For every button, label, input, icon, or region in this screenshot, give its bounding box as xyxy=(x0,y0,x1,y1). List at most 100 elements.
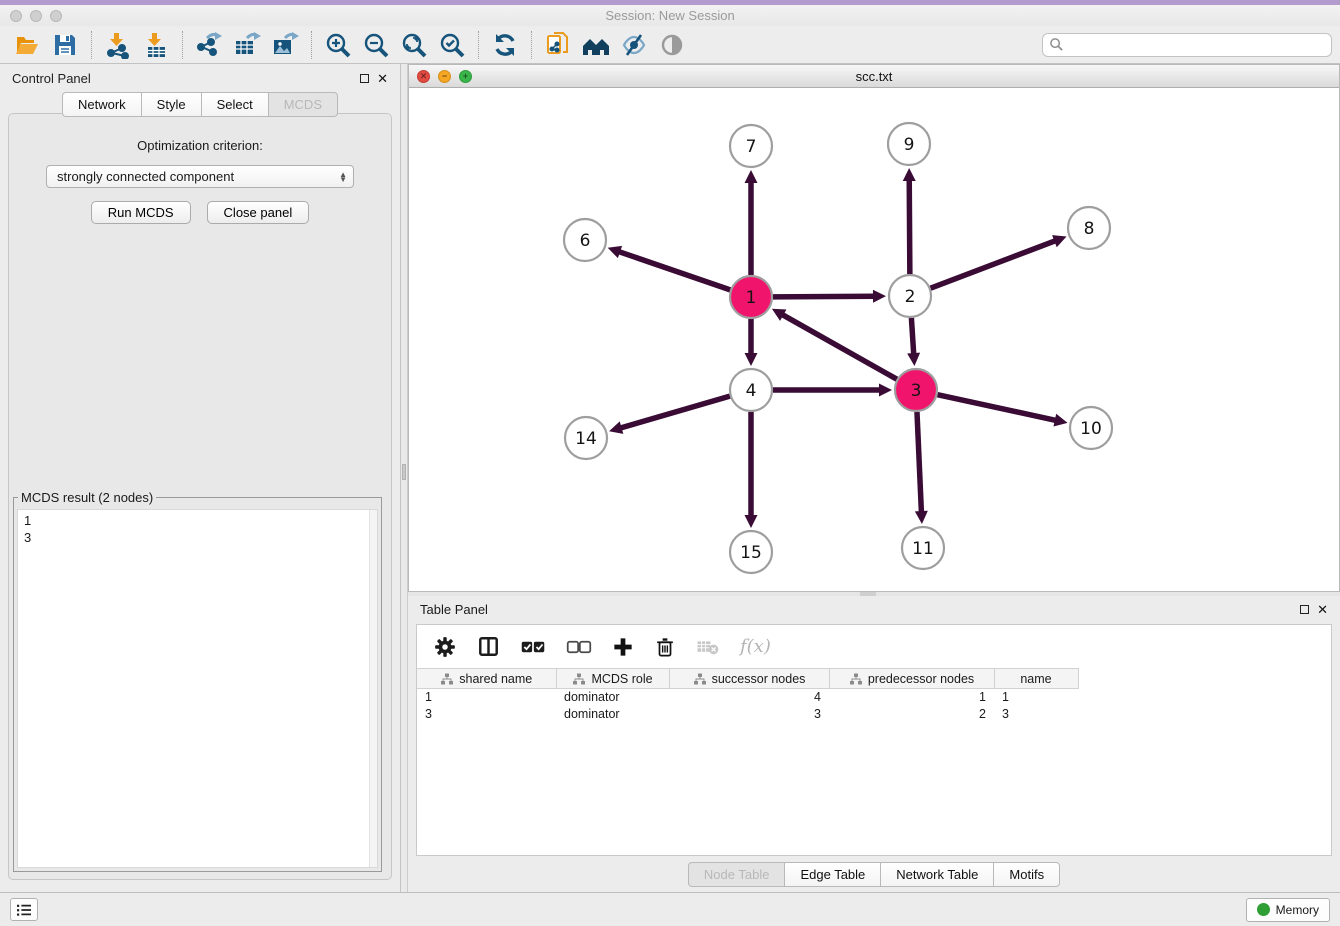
zoom-in-icon[interactable] xyxy=(319,29,357,61)
select-all-icon[interactable] xyxy=(520,638,546,656)
tab-mcds[interactable]: MCDS xyxy=(268,92,338,117)
function-builder-icon: f(x) xyxy=(740,636,771,657)
float-table-panel-icon[interactable] xyxy=(1300,605,1309,614)
table-toolbar: f(x) xyxy=(417,625,1331,668)
cell-shared-name[interactable]: 1 xyxy=(417,689,556,706)
cell-shared-name[interactable]: 3 xyxy=(417,706,556,723)
settings-gear-icon[interactable] xyxy=(433,635,457,659)
search-field[interactable] xyxy=(1042,33,1332,57)
float-panel-icon[interactable] xyxy=(360,74,369,83)
deselect-all-icon[interactable] xyxy=(566,638,592,656)
node-9[interactable]: 9 xyxy=(888,123,930,165)
table-tabs: Node Table Edge Table Network Table Moti… xyxy=(408,862,1340,887)
column-header-shared-name[interactable]: shared name xyxy=(417,669,556,689)
node-label: 4 xyxy=(746,381,757,401)
app-titlebar: Session: New Session xyxy=(0,0,1340,26)
node-8[interactable]: 8 xyxy=(1068,207,1110,249)
tab-network-table[interactable]: Network Table xyxy=(880,862,993,887)
table-row[interactable]: 1 dominator 4 1 1 xyxy=(417,689,1331,706)
vertical-splitter[interactable] xyxy=(400,64,408,892)
hide-selection-icon[interactable] xyxy=(615,29,653,61)
add-column-icon[interactable] xyxy=(612,636,634,658)
node-11[interactable]: 11 xyxy=(902,527,944,569)
node-6[interactable]: 6 xyxy=(564,219,606,261)
cell-successor-nodes[interactable]: 4 xyxy=(669,689,829,706)
cell-predecessor-nodes[interactable]: 2 xyxy=(829,706,994,723)
run-mcds-button[interactable]: Run MCDS xyxy=(91,201,191,224)
export-table-icon[interactable] xyxy=(228,29,266,61)
node-label: 1 xyxy=(746,288,757,308)
node-label: 10 xyxy=(1080,419,1102,439)
tab-node-table[interactable]: Node Table xyxy=(688,862,785,887)
arrowhead-4-3 xyxy=(879,384,892,397)
edge-4-14[interactable] xyxy=(619,396,730,428)
edge-1-2[interactable] xyxy=(773,296,876,297)
edge-1-6[interactable] xyxy=(617,251,730,290)
table-row[interactable]: 3 dominator 3 2 3 xyxy=(417,706,1331,723)
import-table-icon[interactable] xyxy=(137,29,175,61)
refresh-icon[interactable] xyxy=(486,29,524,61)
edge-2-3[interactable] xyxy=(911,318,913,356)
edge-3-1[interactable] xyxy=(781,314,897,380)
cell-name[interactable]: 3 xyxy=(994,706,1078,723)
main-toolbar xyxy=(0,26,1340,64)
mcds-result-text[interactable]: 1 3 xyxy=(17,509,378,868)
tab-style[interactable]: Style xyxy=(141,92,201,117)
node-label: 6 xyxy=(580,231,591,251)
control-panel: Control Panel ✕ Network Style Select MCD… xyxy=(0,64,400,892)
open-session-icon[interactable] xyxy=(8,29,46,61)
tab-network[interactable]: Network xyxy=(62,92,141,117)
close-panel-icon[interactable]: ✕ xyxy=(377,72,388,85)
save-session-icon[interactable] xyxy=(46,29,84,61)
zoom-selected-icon[interactable] xyxy=(433,29,471,61)
close-panel-button[interactable]: Close panel xyxy=(207,201,310,224)
network-window-titlebar[interactable]: ✕ − + scc.txt xyxy=(409,65,1339,88)
network-view-window: ✕ − + scc.txt 1 2 3 4 6 7 8 9 10 11 14 15 xyxy=(408,64,1340,592)
first-neighbors-icon[interactable] xyxy=(577,29,615,61)
column-panel-icon[interactable] xyxy=(477,635,500,658)
search-input[interactable] xyxy=(1068,38,1325,52)
node-14[interactable]: 14 xyxy=(565,417,607,459)
export-image-icon[interactable] xyxy=(266,29,304,61)
cell-name[interactable]: 1 xyxy=(994,689,1078,706)
task-history-button[interactable] xyxy=(10,898,38,921)
node-7[interactable]: 7 xyxy=(730,125,772,167)
network-graph: 1 2 3 4 6 7 8 9 10 11 14 15 xyxy=(409,88,1339,591)
namespace-icon xyxy=(572,672,586,686)
node-3[interactable]: 3 xyxy=(895,369,937,411)
new-network-from-selection-icon[interactable] xyxy=(539,29,577,61)
column-header-mcds-role[interactable]: MCDS role xyxy=(556,669,669,689)
cell-mcds-role[interactable]: dominator xyxy=(556,689,669,706)
node-4[interactable]: 4 xyxy=(730,369,772,411)
node-2[interactable]: 2 xyxy=(889,275,931,317)
column-header-predecessor-nodes[interactable]: predecessor nodes xyxy=(829,669,994,689)
splitter-grip[interactable] xyxy=(402,464,406,480)
edge-2-9[interactable] xyxy=(909,178,910,274)
optimization-criterion-value: strongly connected component xyxy=(57,169,234,184)
column-header-successor-nodes[interactable]: successor nodes xyxy=(669,669,829,689)
tab-edge-table[interactable]: Edge Table xyxy=(784,862,880,887)
scrollbar-track[interactable] xyxy=(369,510,377,867)
cell-successor-nodes[interactable]: 3 xyxy=(669,706,829,723)
edge-2-8[interactable] xyxy=(931,240,1058,288)
zoom-fit-icon[interactable] xyxy=(395,29,433,61)
node-10[interactable]: 10 xyxy=(1070,407,1112,449)
edge-3-11[interactable] xyxy=(917,412,922,514)
network-canvas[interactable]: 1 2 3 4 6 7 8 9 10 11 14 15 xyxy=(409,88,1339,591)
edge-3-10[interactable] xyxy=(937,395,1057,421)
cell-predecessor-nodes[interactable]: 1 xyxy=(829,689,994,706)
node-1[interactable]: 1 xyxy=(730,276,772,318)
export-network-icon[interactable] xyxy=(190,29,228,61)
tab-select[interactable]: Select xyxy=(201,92,268,117)
delete-column-icon[interactable] xyxy=(654,636,676,658)
import-network-icon[interactable] xyxy=(99,29,137,61)
optimization-criterion-select[interactable]: strongly connected component ▲▼ xyxy=(46,165,354,188)
zoom-out-icon[interactable] xyxy=(357,29,395,61)
column-header-name[interactable]: name xyxy=(994,669,1078,689)
show-all-icon[interactable] xyxy=(653,29,691,61)
tab-motifs[interactable]: Motifs xyxy=(993,862,1060,887)
close-table-panel-icon[interactable]: ✕ xyxy=(1317,603,1328,616)
memory-button[interactable]: Memory xyxy=(1246,898,1330,922)
cell-mcds-role[interactable]: dominator xyxy=(556,706,669,723)
node-15[interactable]: 15 xyxy=(730,531,772,573)
